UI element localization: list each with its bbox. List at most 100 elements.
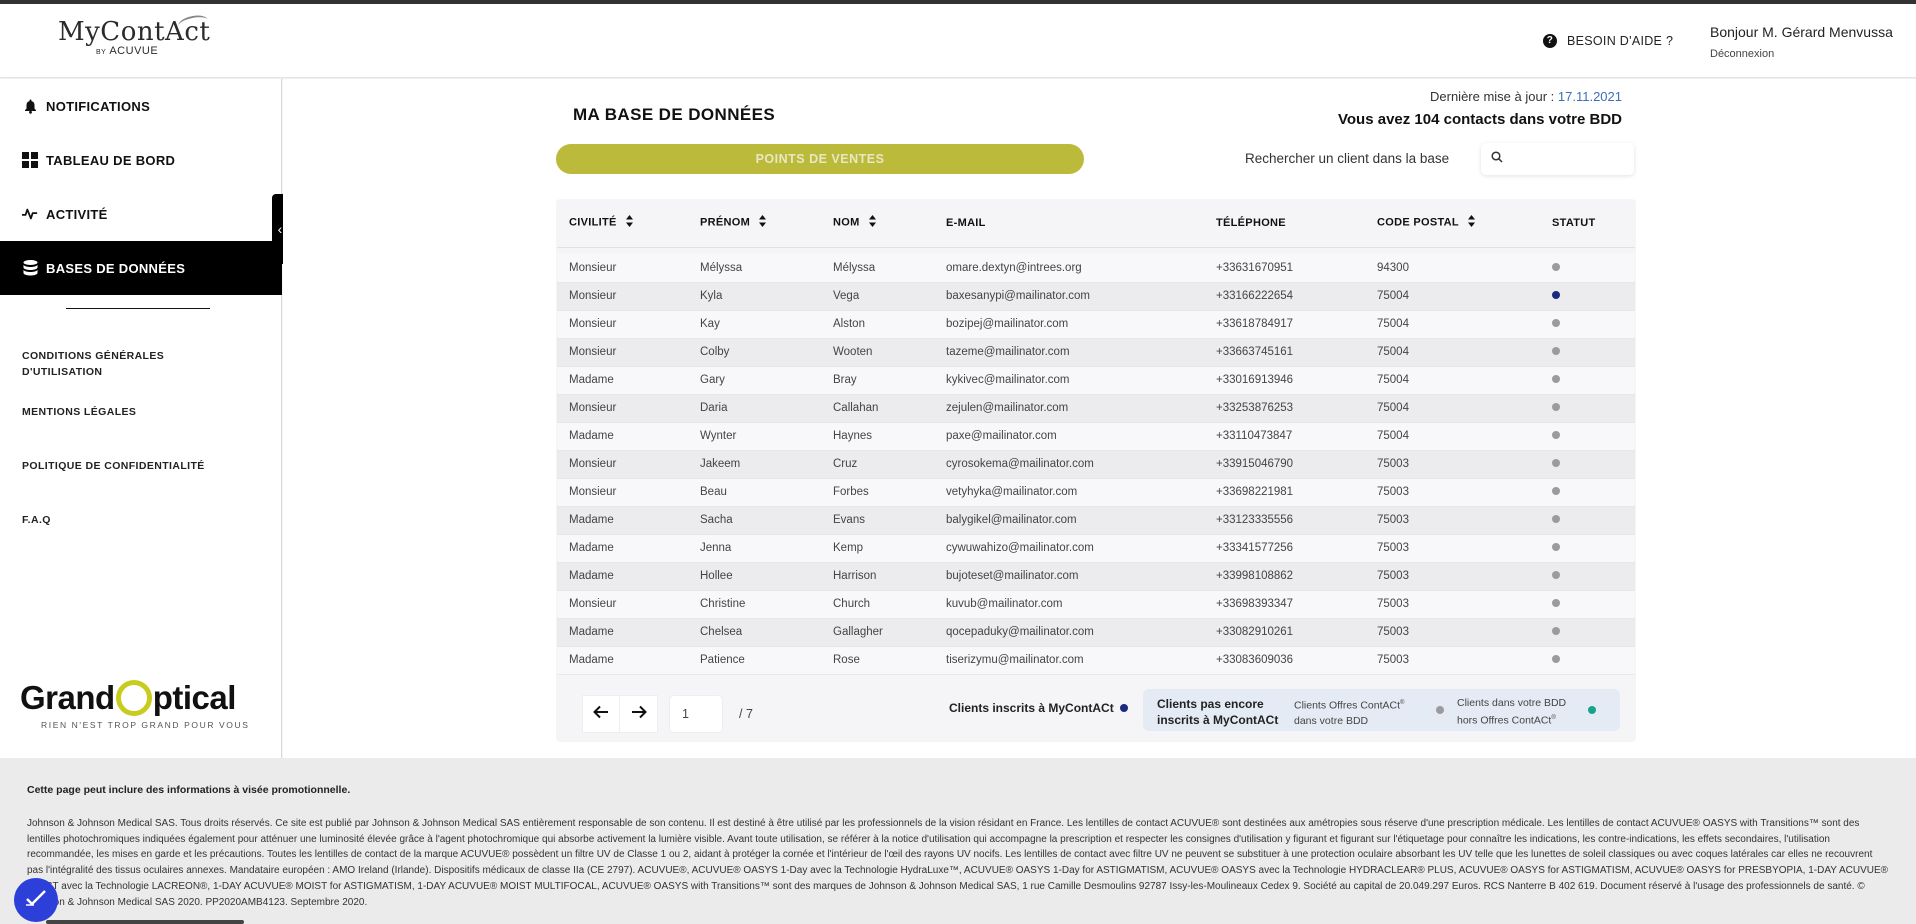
legal-heading: Cette page peut inclure des informations… [27,784,351,796]
cell-email: omare.dextyn@intrees.org [934,254,1204,283]
terms-link[interactable]: CONDITIONS GÉNÉRALES D'UTILISATION [22,348,164,380]
table-row[interactable]: Monsieur Jakeem Cruz cyrosokema@mailinator.… [557,450,1635,479]
logout-link[interactable]: Déconnexion [1710,48,1893,60]
cell-telephone: +33631670951 [1204,254,1365,283]
table-row[interactable]: Madame Chelsea Gallagher qocepaduky@mailina… [557,618,1635,647]
registered-mark: ® [1400,700,1405,706]
prev-page-button[interactable] [582,695,620,733]
cell-civilite: Monsieur [557,282,688,311]
database-icon [22,260,38,276]
cell-nom: Bray [821,366,934,395]
search-box[interactable] [1481,143,1634,175]
column-header-label: CODE POSTAL [1377,216,1459,229]
cell-telephone: +33618784917 [1204,310,1365,339]
nav-item-dashboard[interactable]: TABLEAU DE BORD [0,133,282,187]
column-header-email: E-MAIL [934,199,1204,248]
nav-item-notifications[interactable]: NOTIFICATIONS [0,79,282,133]
cell-email: baxesanypi@mailinator.com [934,282,1204,311]
cell-prenom: Jenna [688,534,821,563]
table-row[interactable]: Monsieur Daria Callahan zejulen@mailinator.… [557,394,1635,423]
cell-civilite: Madame [557,646,688,675]
next-page-button[interactable] [620,695,658,733]
cookie-consent-button[interactable] [14,878,58,922]
search-input[interactable] [1509,152,1619,166]
grey-status-dot [1552,571,1560,579]
legend-outside-line-1: Clients dans votre BDD [1457,697,1567,709]
points-de-ventes-tab[interactable]: POINTS DE VENTES [556,144,1084,174]
grey-status-dot [1436,706,1444,714]
arrow-left-icon [593,705,609,724]
cell-statut [1540,450,1635,479]
cell-email: bujoteset@mailinator.com [934,562,1204,591]
legend-offers: Clients Offres ContACt® dans votre BDD [1294,696,1404,729]
cell-prenom: Daria [688,394,821,423]
cell-prenom: Kay [688,310,821,339]
table-row[interactable]: Monsieur Colby Wooten tazeme@mailinator.com… [557,338,1635,367]
table-row[interactable]: Madame Sacha Evans balygikel@mailinator.com… [557,506,1635,535]
table-row[interactable]: Madame Jenna Kemp cywuwahizo@mailinator.com… [557,534,1635,563]
help-link[interactable]: ? BESOIN D'AIDE ? [1543,34,1673,48]
wordmark-post: ptical [152,679,237,716]
cell-prenom: Sacha [688,506,821,535]
cell-statut [1540,478,1635,507]
arrow-right-icon [631,705,647,724]
column-header-label: NOM [833,216,860,229]
table-header-row: CIVILITÉ PRÉNOM NOM E-MAIL TÉLÉPHONE CODE POS… [557,199,1635,248]
table-row[interactable]: Monsieur Mélyssa Mélyssa omare.dextyn@intre… [557,254,1635,283]
sort-arrows-icon[interactable] [759,215,767,230]
mycontact-logo[interactable]: MyContAct BY ACUVUE [58,13,210,68]
table-row[interactable]: Madame Wynter Haynes paxe@mailinator.com +33… [557,422,1635,451]
table-row[interactable]: Madame Patience Rose tiserizymu@mailinator.… [557,646,1635,675]
column-header-label: E-MAIL [946,216,986,229]
table-row[interactable]: Monsieur Christine Church kuvub@mailinator.… [557,590,1635,619]
logo-brand-text: ACUVUE [109,45,159,57]
cell-telephone: +33123335556 [1204,506,1365,535]
column-header-prenom[interactable]: PRÉNOM [688,199,821,248]
grey-status-dot [1552,515,1560,523]
cell-statut [1540,394,1635,423]
nav-item-activity[interactable]: ACTIVITÉ [0,187,282,241]
cell-code-postal: 75003 [1365,478,1540,507]
column-header-label: CIVILITÉ [569,216,617,229]
cell-civilite: Madame [557,534,688,563]
column-header-code-postal[interactable]: CODE POSTAL [1365,199,1540,248]
search-label: Rechercher un client dans la base [1245,151,1450,166]
cell-telephone: +33166222654 [1204,282,1365,311]
legal-notice-link[interactable]: MENTIONS LÉGALES [22,404,136,420]
table-row[interactable]: Monsieur Kyla Vega baxesanypi@mailinator.co… [557,282,1635,311]
page-title: MA BASE DE DONNÉES [573,105,776,124]
table-row[interactable]: Madame Gary Bray kykivec@mailinator.com +330… [557,366,1635,395]
top-bar: MyContAct BY ACUVUE ? BESOIN D'AIDE ? Bon… [0,4,1916,78]
table-row[interactable]: Monsieur Beau Forbes vetyhyka@mailinator.co… [557,478,1635,507]
bell-icon [22,98,38,114]
cell-statut [1540,422,1635,451]
table-row[interactable]: Madame Hollee Harrison bujoteset@mailinator… [557,562,1635,591]
database-panel: CIVILITÉ PRÉNOM NOM E-MAIL TÉLÉPHONE CODE POS… [556,199,1636,742]
grandoptical-tagline: RIEN N'EST TROP GRAND POUR VOUS [41,720,250,730]
cell-telephone: +33698221981 [1204,478,1365,507]
cell-nom: Rose [821,646,934,675]
cell-civilite: Monsieur [557,478,688,507]
cell-prenom: Kyla [688,282,821,311]
column-header-nom[interactable]: NOM [821,199,934,248]
grey-status-dot [1552,627,1560,635]
nav-item-databases[interactable]: BASES DE DONNÉES [0,241,282,295]
sort-arrows-icon[interactable] [868,215,877,230]
grey-status-dot [1552,655,1560,663]
sort-arrows-icon[interactable] [625,215,634,230]
cell-email: vetyhyka@mailinator.com [934,478,1204,507]
sort-arrows-icon[interactable] [1467,215,1476,230]
cell-statut [1540,506,1635,535]
privacy-policy-link[interactable]: POLITIQUE DE CONFIDENTIALITÉ [22,458,205,474]
cell-code-postal: 75004 [1365,310,1540,339]
cell-statut [1540,310,1635,339]
faq-link[interactable]: F.A.Q [22,512,51,528]
cell-code-postal: 75004 [1365,338,1540,367]
cell-prenom: Gary [688,366,821,395]
page-number-input[interactable]: 1 [669,695,723,733]
table-row[interactable]: Monsieur Kay Alston bozipej@mailinator.com +… [557,310,1635,339]
cell-civilite: Madame [557,562,688,591]
column-header-label: STATUT [1552,216,1596,229]
cell-nom: Evans [821,506,934,535]
column-header-civilite[interactable]: CIVILITÉ [557,199,688,248]
